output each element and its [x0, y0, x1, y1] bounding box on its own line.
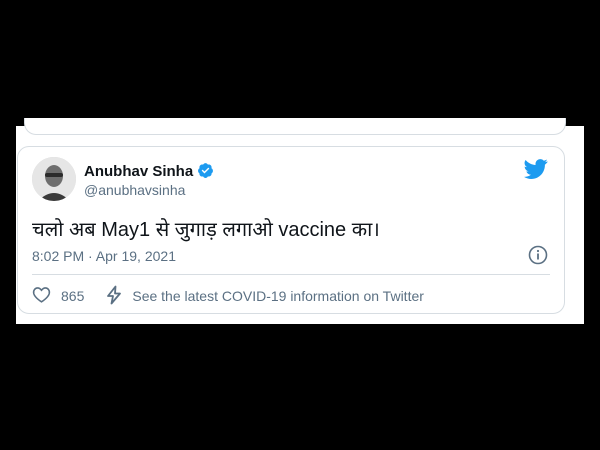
- verified-badge-icon: [197, 162, 214, 183]
- lightning-icon: [106, 285, 122, 308]
- tweet-card[interactable]: Anubhav Sinha @anubhavsinha चलो अब May1 …: [17, 146, 565, 314]
- like-count: 865: [61, 288, 85, 304]
- heart-icon[interactable]: [32, 286, 51, 306]
- info-icon[interactable]: [528, 245, 548, 270]
- tweet-actions: 865 See the latest COVID-19 information …: [32, 285, 424, 308]
- divider: [32, 274, 550, 275]
- author-handle[interactable]: @anubhavsinha: [84, 182, 185, 198]
- author-name-text[interactable]: Anubhav Sinha: [84, 163, 193, 180]
- tweet-timestamp[interactable]: 8:02 PM · Apr 19, 2021: [32, 248, 176, 264]
- twitter-bird-icon[interactable]: [523, 159, 548, 184]
- covid-info-link[interactable]: See the latest COVID-19 information on T…: [106, 285, 424, 308]
- previous-tweet-card-edge: [24, 118, 566, 135]
- tweet-text: चलो अब May1 से जुगाड़ लगाओ vaccine का।: [32, 219, 380, 241]
- author-name[interactable]: Anubhav Sinha: [84, 162, 214, 183]
- avatar[interactable]: [32, 157, 76, 201]
- like-button[interactable]: 865: [32, 286, 84, 306]
- covid-info-label[interactable]: See the latest COVID-19 information on T…: [132, 288, 424, 304]
